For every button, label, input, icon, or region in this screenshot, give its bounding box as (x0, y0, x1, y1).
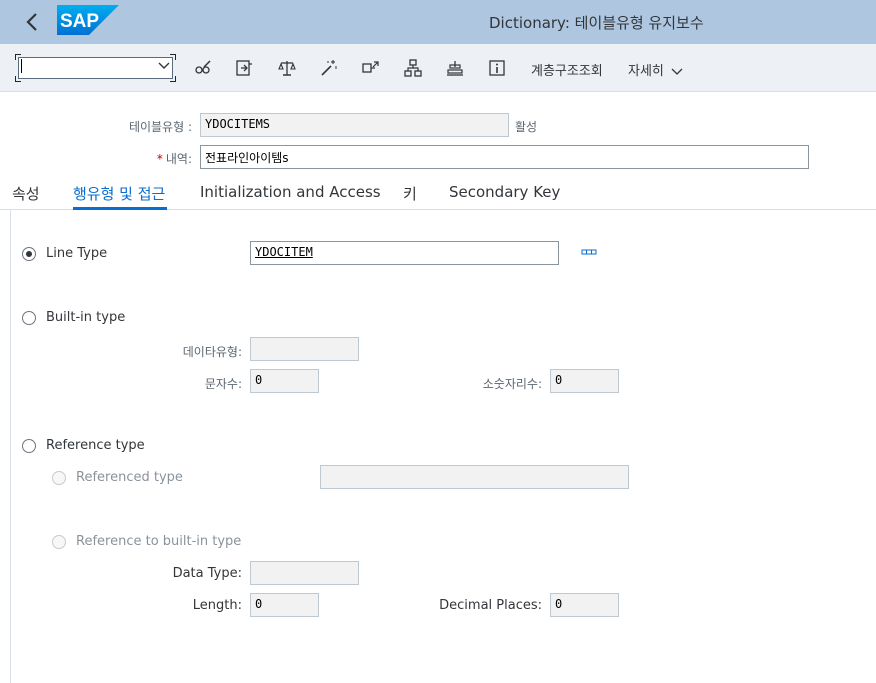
ref-data-type-label: Data Type: (172, 566, 242, 581)
ref-decimals-label: Decimal Places: (439, 598, 542, 613)
more-menu-button[interactable]: 자세히 (628, 60, 683, 79)
ref-builtin-label: Reference to built-in type (76, 534, 242, 549)
ref-decimals-field: 0 (550, 593, 619, 617)
where-used-button[interactable] (361, 58, 381, 78)
command-input[interactable] (18, 57, 173, 79)
ref-data-type-field (250, 561, 359, 585)
chevron-left-icon (26, 13, 37, 31)
builtin-data-type-field (250, 337, 359, 361)
text-cursor (21, 59, 22, 73)
builtin-type-label: Built-in type (46, 310, 126, 325)
description-label-text: 내역: (165, 152, 192, 166)
magic-wand-icon (321, 60, 337, 76)
required-marker: * (156, 152, 163, 166)
line-type-input[interactable]: YDOCITEM (250, 241, 559, 265)
hierarchy-icon (404, 59, 422, 77)
tab-secondary-key[interactable]: Secondary Key (449, 183, 560, 201)
builtin-data-type-label: 데이타유형: (182, 345, 242, 359)
sap-logo-text: SAP (60, 11, 99, 32)
tab-initialization-access[interactable]: Initialization and Access (200, 183, 381, 201)
page-title: Dictionary: 테이블유형 유지보수 (489, 14, 704, 32)
display-change-button[interactable] (193, 58, 213, 78)
ref-length-field: 0 (250, 593, 319, 617)
referenced-type-label: Referenced type (76, 470, 183, 485)
navigation-button[interactable] (403, 58, 423, 78)
back-button[interactable] (18, 8, 46, 36)
referenced-type-radio (52, 471, 66, 485)
check-button[interactable] (277, 58, 297, 78)
activate-button[interactable] (234, 58, 254, 78)
builtin-length-field: 0 (250, 369, 319, 393)
ref-builtin-radio (52, 535, 66, 549)
info-icon (489, 60, 505, 76)
glasses-edit-icon (195, 60, 211, 74)
builtin-length-label: 문자수: (204, 377, 242, 391)
more-icon[interactable] (581, 248, 597, 256)
command-field[interactable] (15, 54, 176, 82)
table-type-field: YDOCITEMS (200, 113, 509, 137)
hierarchy-display-button[interactable]: 계층구조조회 (531, 60, 603, 79)
status-text: 활성 (515, 120, 538, 134)
description-label: * 내역: (100, 150, 192, 167)
builtin-type-radio[interactable] (22, 311, 36, 325)
line-type-radio[interactable] (22, 247, 36, 261)
description-input[interactable]: 전표라인아이템s (200, 145, 809, 169)
more-menu-label: 자세히 (628, 64, 664, 79)
table-type-label: 테이블유형 : (128, 120, 192, 134)
where-used-icon (362, 61, 379, 73)
tab-key[interactable]: 키 (403, 183, 417, 204)
reference-type-radio[interactable] (22, 439, 36, 453)
sap-logo[interactable]: SAP (57, 5, 119, 35)
ref-length-label: Length: (192, 598, 242, 613)
check-balance-icon (278, 61, 296, 76)
info-button[interactable] (487, 58, 507, 78)
reference-type-label: Reference type (46, 438, 145, 453)
referenced-type-field (320, 465, 629, 489)
builtin-decimals-label: 소숫자리수: (482, 377, 542, 391)
line-type-label: Line Type (46, 246, 108, 261)
tab-line-type-access[interactable]: 행유형 및 접근 (73, 183, 165, 204)
builtin-decimals-field: 0 (550, 369, 619, 393)
activate-icon (236, 60, 252, 76)
chevron-down-icon[interactable] (158, 59, 170, 71)
tab-attributes[interactable]: 속성 (12, 183, 40, 204)
line-type-value: YDOCITEM (255, 245, 313, 259)
shell-bar: SAP Dictionary: 테이블유형 유지보수 (0, 0, 876, 44)
tab-bar: 속성 행유형 및 접근 Initialization and Access 키 … (0, 178, 876, 210)
object-list-icon (447, 61, 463, 76)
object-list-button[interactable] (445, 58, 465, 78)
chevron-down-icon (671, 68, 683, 75)
test-button[interactable] (319, 58, 339, 78)
application-toolbar: 계층구조조회 자세히 (0, 44, 876, 92)
